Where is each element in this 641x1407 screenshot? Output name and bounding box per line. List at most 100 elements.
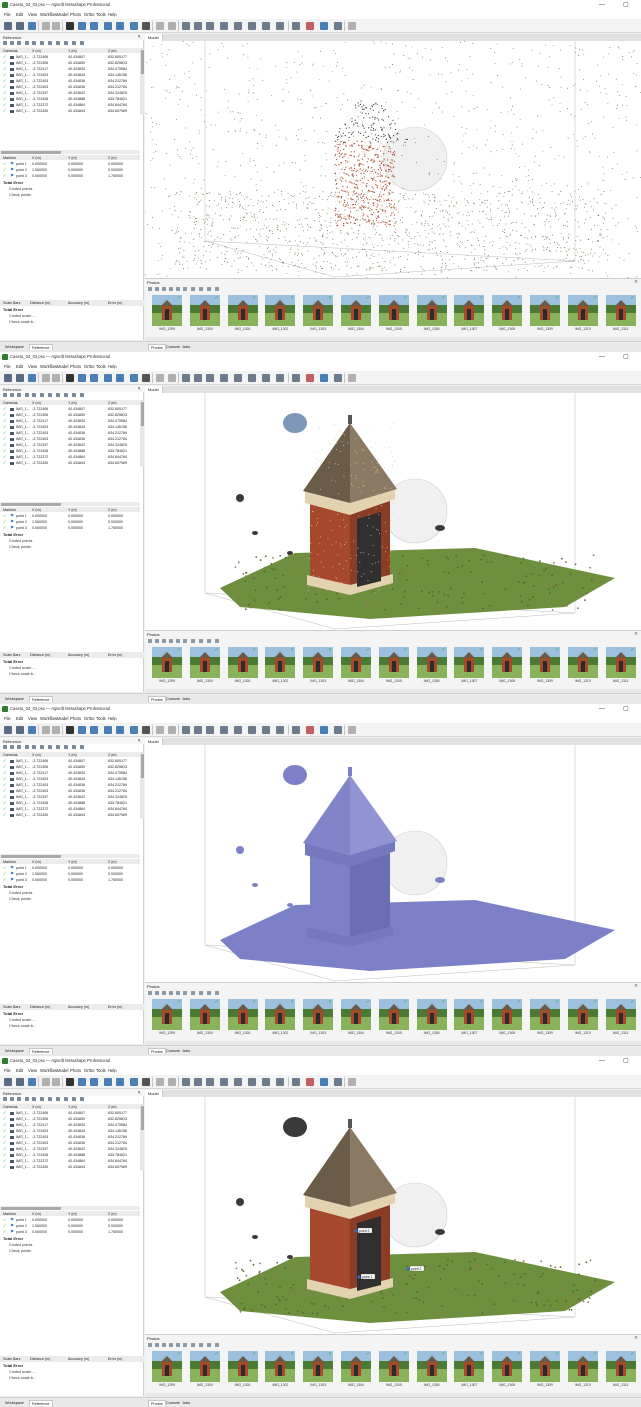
toolbar-tool-icon[interactable] xyxy=(248,1078,256,1086)
toolbar-tool-icon[interactable] xyxy=(42,374,50,382)
photo-thumbnail[interactable]: ✓ IMG_1307 xyxy=(454,647,485,685)
toolbar-tool-icon[interactable] xyxy=(52,374,60,382)
check-icon[interactable]: ✓ xyxy=(3,436,7,441)
photos-tool-icon[interactable] xyxy=(215,287,219,291)
column-header[interactable]: Y (m) xyxy=(68,860,77,864)
check-icon[interactable]: ✓ xyxy=(3,1164,7,1169)
photo-thumbnail[interactable]: ✓ IMG_1306 xyxy=(416,647,447,685)
photo-thumbnail[interactable]: ✓ IMG_1304 xyxy=(341,999,371,1037)
tab-jobs[interactable]: Jobs xyxy=(180,1048,192,1053)
check-icon[interactable]: ✓ xyxy=(3,167,7,172)
photo-thumbnail[interactable]: ✓ IMG_1299 xyxy=(152,999,182,1037)
photos-tool-icon[interactable] xyxy=(176,1343,180,1347)
model-viewport[interactable]: Model xyxy=(145,386,641,630)
photo-thumbnail[interactable]: ✓ IMG_1304 xyxy=(341,295,371,333)
toolbar-tool-icon[interactable] xyxy=(78,726,86,734)
column-header[interactable]: X (m) xyxy=(32,1105,41,1109)
check-icon[interactable]: ✓ xyxy=(3,513,7,518)
toolbar-tool-icon[interactable] xyxy=(168,726,176,734)
reference-tool-icon[interactable] xyxy=(32,1097,36,1101)
tab-jobs[interactable]: Jobs xyxy=(180,696,192,701)
toolbar-tool-icon[interactable] xyxy=(182,726,190,734)
scrollbar-thumb[interactable] xyxy=(140,50,144,74)
check-icon[interactable]: ✓ xyxy=(3,525,7,530)
tab-workspace[interactable]: Workspace xyxy=(3,344,26,349)
toolbar-tool-icon[interactable] xyxy=(156,726,164,734)
3d-scene[interactable] xyxy=(145,393,641,630)
3d-scene[interactable]: point 3point 1point 2 xyxy=(145,1097,641,1334)
scrollbar-thumb[interactable] xyxy=(1,854,61,858)
tab-jobs[interactable]: Jobs xyxy=(180,1400,192,1405)
photos-tool-icon[interactable] xyxy=(155,287,159,291)
toolbar-tool-icon[interactable] xyxy=(248,726,256,734)
check-icon[interactable]: ✓ xyxy=(3,72,7,77)
menu-item-file[interactable]: File xyxy=(4,716,11,721)
close-icon[interactable]: ✕ xyxy=(634,279,638,285)
check-icon[interactable]: ✓ xyxy=(3,1122,7,1127)
toolbar-tool-icon[interactable] xyxy=(42,726,50,734)
photos-tool-icon[interactable] xyxy=(162,639,166,643)
toolbar-tool-icon[interactable] xyxy=(334,726,342,734)
column-header[interactable]: Y (m) xyxy=(68,753,77,757)
check-icon[interactable]: ✓ xyxy=(3,418,7,423)
tab-model[interactable]: Model xyxy=(145,386,163,393)
toolbar-tool-icon[interactable] xyxy=(234,726,242,734)
check-icon[interactable]: ✓ xyxy=(3,1229,7,1234)
photo-thumbnail[interactable]: ✓ IMG_1307 xyxy=(454,295,485,333)
toolbar-tool-icon[interactable] xyxy=(104,726,112,734)
toolbar-tool-icon[interactable] xyxy=(142,1078,150,1086)
toolbar-tool-icon[interactable] xyxy=(320,1078,328,1086)
toolbar-tool-icon[interactable] xyxy=(66,1078,74,1086)
toolbar-tool-icon[interactable] xyxy=(90,374,98,382)
check-icon[interactable]: ✓ xyxy=(3,448,7,453)
cameras-scrollbar[interactable] xyxy=(140,752,144,818)
reference-tool-icon[interactable] xyxy=(80,41,84,45)
check-icon[interactable]: ✓ xyxy=(3,812,7,817)
toolbar-tool-icon[interactable] xyxy=(262,374,270,382)
toolbar-tool-icon[interactable] xyxy=(90,1078,98,1086)
check-icon[interactable]: ✓ xyxy=(3,758,7,763)
column-header[interactable]: Z (m) xyxy=(108,1212,117,1216)
photos-tool-icon[interactable] xyxy=(183,1343,187,1347)
photo-thumbnail[interactable]: ✓ IMG_1309 xyxy=(530,647,560,685)
photo-thumbnail[interactable]: ✓ IMG_1306 xyxy=(416,1351,447,1389)
cameras-scrollbar[interactable] xyxy=(140,400,144,466)
toolbar-tool-icon[interactable] xyxy=(292,22,300,30)
column-header[interactable]: Scale Bars xyxy=(3,653,20,657)
toolbar-tool-icon[interactable] xyxy=(262,726,270,734)
photos-tool-icon[interactable] xyxy=(176,639,180,643)
column-header[interactable]: X (m) xyxy=(32,1212,41,1216)
column-header[interactable]: X (m) xyxy=(32,156,41,160)
tab-model[interactable]: Model xyxy=(145,738,163,745)
reference-tool-icon[interactable] xyxy=(64,1097,68,1101)
marker-row[interactable]: ✓ ⚑ point 3 0.000000 0.000000 1.750000 xyxy=(0,877,140,883)
photo-thumbnail[interactable]: ✓ IMG_1303 xyxy=(303,647,334,685)
reference-tool-icon[interactable] xyxy=(48,745,52,749)
check-icon[interactable]: ✓ xyxy=(3,800,7,805)
reference-tool-icon[interactable] xyxy=(25,1097,29,1101)
toolbar-tool-icon[interactable] xyxy=(16,726,24,734)
column-header[interactable]: Accuracy (m) xyxy=(68,1357,89,1361)
menu-item-workflow[interactable]: Workflow xyxy=(40,716,57,721)
reference-tool-icon[interactable] xyxy=(32,393,36,397)
check-icon[interactable]: ✓ xyxy=(3,764,7,769)
photos-tool-icon[interactable] xyxy=(199,639,203,643)
menu-item-view[interactable]: View xyxy=(28,364,37,369)
column-header[interactable]: Markers xyxy=(3,508,16,512)
reference-tool-icon[interactable] xyxy=(17,1097,21,1101)
reference-tool-icon[interactable] xyxy=(3,393,7,397)
menu-item-ortho[interactable]: Ortho xyxy=(84,12,94,17)
toolbar-tool-icon[interactable] xyxy=(130,1078,138,1086)
column-header[interactable]: Error (m) xyxy=(108,301,122,305)
menu-item-tools[interactable]: Tools xyxy=(96,716,106,721)
photo-thumbnail[interactable]: ✓ IMG_1311 xyxy=(605,647,636,685)
photos-tool-icon[interactable] xyxy=(169,639,173,643)
photo-thumbnail[interactable]: ✓ IMG_1307 xyxy=(454,999,485,1037)
reference-tool-icon[interactable] xyxy=(56,1097,60,1101)
column-header[interactable]: Scale Bars xyxy=(3,1005,20,1009)
toolbar-tool-icon[interactable] xyxy=(348,374,356,382)
maximize-button[interactable]: ▢ xyxy=(623,705,629,713)
photo-thumbnail[interactable]: ✓ IMG_1303 xyxy=(303,1351,334,1389)
column-header[interactable]: Scale Bars xyxy=(3,1357,20,1361)
check-icon[interactable]: ✓ xyxy=(3,60,7,65)
